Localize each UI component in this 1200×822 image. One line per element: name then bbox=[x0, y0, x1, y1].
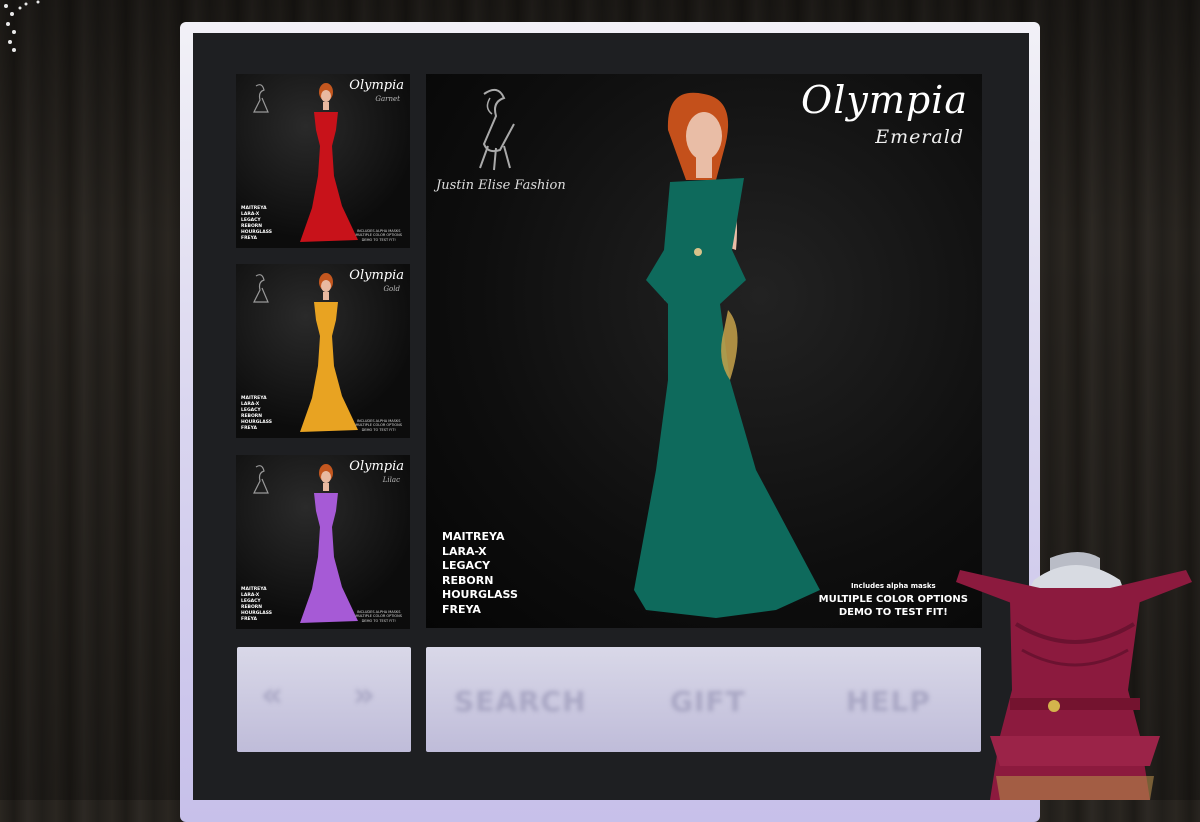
body-list: MAITREYA LARA-X LEGACY REBORN HOURGLASS FREY… bbox=[241, 396, 273, 431]
brand-logo-icon bbox=[253, 274, 269, 303]
thumb-subtitle: Garnet bbox=[375, 95, 400, 103]
brand-logo-icon bbox=[253, 84, 269, 113]
prev-button[interactable]: « bbox=[261, 675, 283, 715]
product-thumb-gold[interactable]: Olympia Gold MAITREYA LARA-X LEGACY REBORN… bbox=[236, 264, 410, 438]
dress-shape bbox=[300, 112, 358, 242]
brand-logo-icon bbox=[253, 465, 269, 494]
notes: INCLUDES ALPHA MASKS MULTIPLE COLOR OPTIO… bbox=[355, 228, 402, 242]
dress-image bbox=[300, 273, 358, 432]
body-list: MAITREYA LARA-X LEGACY REBORN HOURGLASS FREY… bbox=[241, 587, 273, 622]
product-thumb-garnet[interactable]: Olympia Garnet MAITREYA LARA-X LEGACY REBO… bbox=[236, 74, 410, 248]
dress-mannequin bbox=[956, 552, 1192, 800]
action-panel: SEARCH GIFT HELP bbox=[426, 647, 981, 752]
emerald-dress-image bbox=[634, 92, 820, 618]
next-button[interactable]: » bbox=[353, 675, 375, 715]
nav-panel: « » bbox=[237, 647, 411, 752]
product-subtitle: Emerald bbox=[875, 126, 964, 148]
brand-name: Justin Elise Fashion bbox=[436, 178, 566, 193]
main-product-display: Justin Elise Fashion Olympia Emerald MAI… bbox=[426, 74, 982, 628]
thumb-subtitle: Gold bbox=[383, 285, 400, 293]
gift-button[interactable]: GIFT bbox=[670, 685, 746, 718]
brand-logo-icon bbox=[479, 88, 515, 171]
chandelier-decoration bbox=[4, 0, 40, 52]
product-thumb-lilac[interactable]: Olympia Lilac MAITREYA LARA-X LEGACY REBOR… bbox=[236, 455, 410, 629]
dress-shape bbox=[300, 493, 358, 623]
dress-shape bbox=[634, 178, 820, 618]
body-list: MAITREYA LARA-X LEGACY REBORN HOURGLASS FREY… bbox=[442, 530, 518, 616]
dress-shape bbox=[300, 302, 358, 432]
notes: INCLUDES ALPHA MASKS MULTIPLE COLOR OPTIO… bbox=[355, 418, 402, 432]
notes: INCLUDES ALPHA MASKS MULTIPLE COLOR OPTIO… bbox=[355, 609, 402, 623]
dress-image bbox=[300, 83, 358, 242]
thumb-subtitle: Lilac bbox=[382, 476, 400, 484]
dress-image bbox=[300, 464, 358, 623]
body-list: MAITREYA LARA-X LEGACY REBORN HOURGLASS FREY… bbox=[241, 206, 273, 241]
help-button[interactable]: HELP bbox=[846, 685, 931, 718]
notes: Includes alpha masks MULTIPLE COLOR OPTI… bbox=[818, 582, 968, 618]
search-button[interactable]: SEARCH bbox=[454, 685, 587, 718]
